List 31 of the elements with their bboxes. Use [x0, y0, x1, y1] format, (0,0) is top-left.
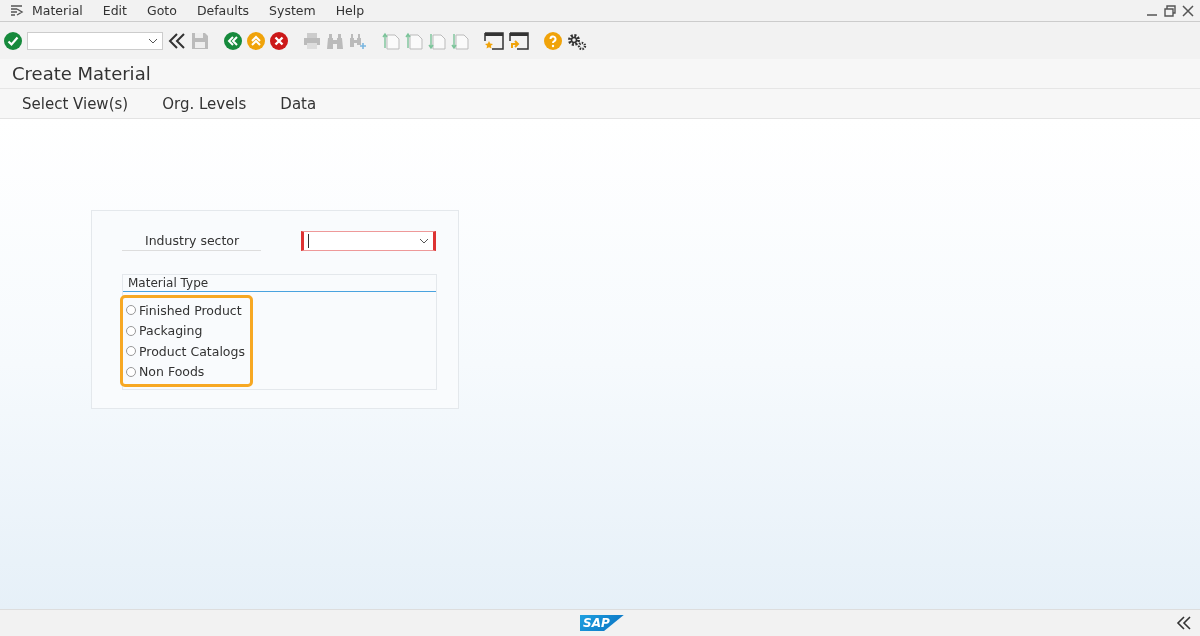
chevron-down-icon[interactable] [148, 37, 158, 44]
menu-item[interactable]: Material [32, 3, 83, 18]
back-icon[interactable] [224, 31, 242, 50]
menu-item[interactable]: System [269, 3, 316, 18]
toolbar-button[interactable]: Select View(s) [12, 92, 139, 115]
new-window-icon[interactable] [484, 31, 504, 50]
double-chevron-icon[interactable] [168, 32, 186, 49]
close-icon[interactable] [1182, 4, 1194, 17]
radio-option[interactable]: Finished Product [126, 300, 245, 321]
menu-item[interactable]: Edit [102, 3, 127, 18]
toolbar-button[interactable]: Data [270, 92, 327, 115]
radio-option[interactable]: Product Catalogs [126, 341, 245, 362]
double-chevron-icon[interactable] [1176, 616, 1192, 630]
group-title: Material Type [123, 275, 436, 292]
cancel-icon[interactable] [270, 31, 288, 50]
window-arrow-icon[interactable] [509, 31, 529, 50]
restore-icon[interactable] [1164, 4, 1176, 17]
menu-item[interactable]: Help [335, 3, 365, 18]
menu-item[interactable]: Goto [147, 3, 177, 18]
check-icon[interactable] [4, 31, 22, 50]
menu-icon[interactable] [10, 4, 24, 17]
command-field[interactable] [27, 31, 163, 50]
menu-item[interactable]: Defaults [196, 3, 250, 18]
field-label: Industry sector [122, 231, 262, 251]
screen-title: Create Material [12, 63, 151, 84]
dropdown-field[interactable] [301, 231, 436, 251]
radio-option[interactable]: Packaging [126, 320, 245, 341]
logo: SAP [580, 615, 624, 631]
toolbar-button[interactable]: Org. Levels [152, 92, 257, 115]
chevron-down-icon[interactable] [419, 238, 429, 244]
radio-option[interactable]: Non Foods [126, 361, 245, 382]
